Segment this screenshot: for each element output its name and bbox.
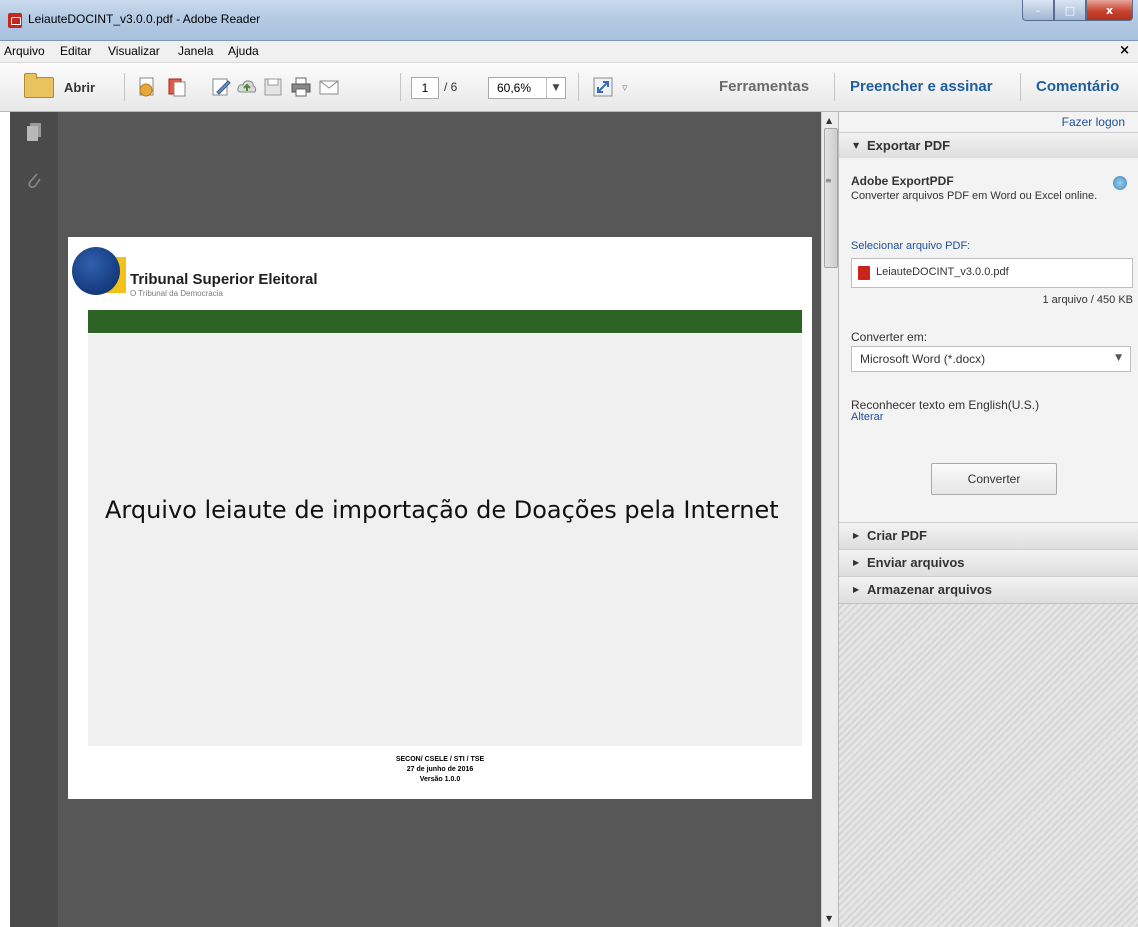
menu-arquivo[interactable]: Arquivo [4,44,45,58]
section-title: Exportar PDF [867,138,951,153]
print-icon[interactable] [290,76,312,98]
zoom-select[interactable]: 60,6% ▼ [488,77,566,99]
info-globe-icon[interactable] [1113,176,1127,190]
comment-link[interactable]: Comentário [1036,78,1119,95]
section-create-pdf[interactable]: ▶ Criar PDF [839,522,1138,550]
triangle-right-icon: ▶ [853,585,860,594]
section-title: Enviar arquivos [867,555,965,570]
selected-file-field[interactable]: LeiauteDOCINT_v3.0.0.pdf [851,258,1133,288]
logon-bar: Fazer logon [839,112,1138,132]
document-view[interactable]: Tribunal Superior Eleitoral O Tribunal d… [58,112,821,927]
convert-button[interactable]: Converter [931,463,1057,495]
ocr-language-text: Reconhecer texto em English(U.S.) [851,398,1040,412]
pdf-app-icon [8,13,22,28]
title-bar: LeiauteDOCINT_v3.0.0.pdf - Adobe Reader … [0,0,1138,41]
toolbar-separator [124,73,125,101]
scrollbar-thumb[interactable] [824,128,838,268]
pdf-file-icon [858,266,870,280]
menu-editar[interactable]: Editar [60,44,91,58]
triangle-right-icon: ▶ [853,531,860,540]
toolbar: Abrir 1 / 6 60,6% ▼ ▿ Ferramentas Preenc… [0,63,1138,112]
convert-format-value: Microsoft Word (*.docx) [860,352,986,366]
service-description: Converter arquivos PDF em Word ou Excel … [851,190,1098,202]
export-pdf-body: Adobe ExportPDF Converter arquivos PDF e… [839,158,1138,522]
menu-bar: Arquivo Editar Visualizar Janela Ajuda × [0,41,1138,63]
close-document-icon[interactable]: × [1119,43,1130,58]
maximize-button[interactable]: □ [1054,0,1086,21]
create-pdf-icon[interactable] [136,76,158,98]
selected-file-name: LeiauteDOCINT_v3.0.0.pdf [876,266,1009,278]
change-language-link[interactable]: Alterar [851,411,883,423]
tse-logo-icon [72,247,128,299]
open-button[interactable]: Abrir [24,72,96,98]
convert-to-label: Converter em: [851,330,928,344]
tools-link[interactable]: Ferramentas [719,78,809,95]
folder-icon [24,72,54,98]
chevron-down-icon[interactable]: ▼ [546,78,565,98]
document-title: Arquivo leiaute de importação de Doações… [105,496,779,524]
header-stripe [88,310,802,333]
fill-and-sign-link[interactable]: Preencher e assinar [850,78,993,95]
file-count: 1 arquivo / 450 KB [1042,294,1133,306]
section-title: Criar PDF [867,528,927,543]
footer-line: SECON/ CSELE / STI / TSE [395,756,485,763]
service-title: Adobe ExportPDF [851,174,954,188]
toolbar-separator [400,73,401,101]
triangle-down-icon: ▼ [853,141,860,150]
scroll-up-icon[interactable]: ▲ [826,116,832,125]
triangle-right-icon: ▶ [853,558,860,567]
tools-pane: Fazer logon ▼ Exportar PDF Adobe ExportP… [838,112,1138,927]
select-file-link[interactable]: Selecionar arquivo PDF: [851,240,970,252]
organization-tagline: O Tribunal da Democracia [130,289,223,298]
pdf-page: Tribunal Superior Eleitoral O Tribunal d… [68,237,812,799]
menu-ajuda[interactable]: Ajuda [228,44,259,58]
organization-name: Tribunal Superior Eleitoral [130,271,318,288]
toolbar-overflow-icon[interactable]: ▿ [622,81,628,94]
section-store-files[interactable]: ▶ Armazenar arquivos [839,576,1138,604]
page-thumbnails-icon[interactable] [26,122,42,142]
page-total: / 6 [444,80,458,94]
footer-line: Versão 1.0.0 [419,776,461,783]
window-title: LeiauteDOCINT_v3.0.0.pdf - Adobe Reader [28,12,261,26]
zoom-value: 60,6% [497,81,532,95]
email-icon[interactable] [318,76,340,98]
minimize-button[interactable]: – [1022,0,1054,21]
fit-page-icon[interactable] [592,76,614,98]
toolbar-separator [1020,73,1021,101]
scroll-down-icon[interactable]: ▼ [826,914,832,923]
window-controls: – □ x [1022,0,1133,22]
save-icon[interactable] [262,76,284,98]
combine-pdf-icon[interactable] [166,76,188,98]
close-window-button[interactable]: x [1086,0,1133,21]
sign-in-link[interactable]: Fazer logon [1062,115,1125,129]
attachments-icon[interactable] [26,170,42,190]
page-number-input[interactable]: 1 [411,77,439,99]
left-navigation-pane [10,112,58,927]
section-export-pdf[interactable]: ▼ Exportar PDF [839,132,1138,160]
section-title: Armazenar arquivos [867,582,992,597]
toolbar-separator [578,73,579,101]
cover-panel: Arquivo leiaute de importação de Doações… [88,334,802,746]
toolbar-separator [834,73,835,101]
adobe-reader-window: LeiauteDOCINT_v3.0.0.pdf - Adobe Reader … [0,0,1138,927]
scroll-grip-icon: ≡ [825,176,832,185]
section-send-files[interactable]: ▶ Enviar arquivos [839,549,1138,577]
menu-janela[interactable]: Janela [178,44,213,58]
cloud-upload-icon[interactable] [236,76,258,98]
chevron-down-icon: ▼ [1115,353,1122,363]
edit-pdf-icon[interactable] [210,76,232,98]
vertical-scrollbar[interactable]: ▲ ≡ ▼ [821,112,839,927]
footer-line: 27 de junho de 2016 [406,766,474,773]
menu-visualizar[interactable]: Visualizar [108,44,160,58]
open-label: Abrir [64,79,96,95]
document-footer: SECON/ CSELE / STI / TSE 27 de junho de … [68,755,812,785]
convert-format-select[interactable]: Microsoft Word (*.docx) ▼ [851,346,1131,372]
